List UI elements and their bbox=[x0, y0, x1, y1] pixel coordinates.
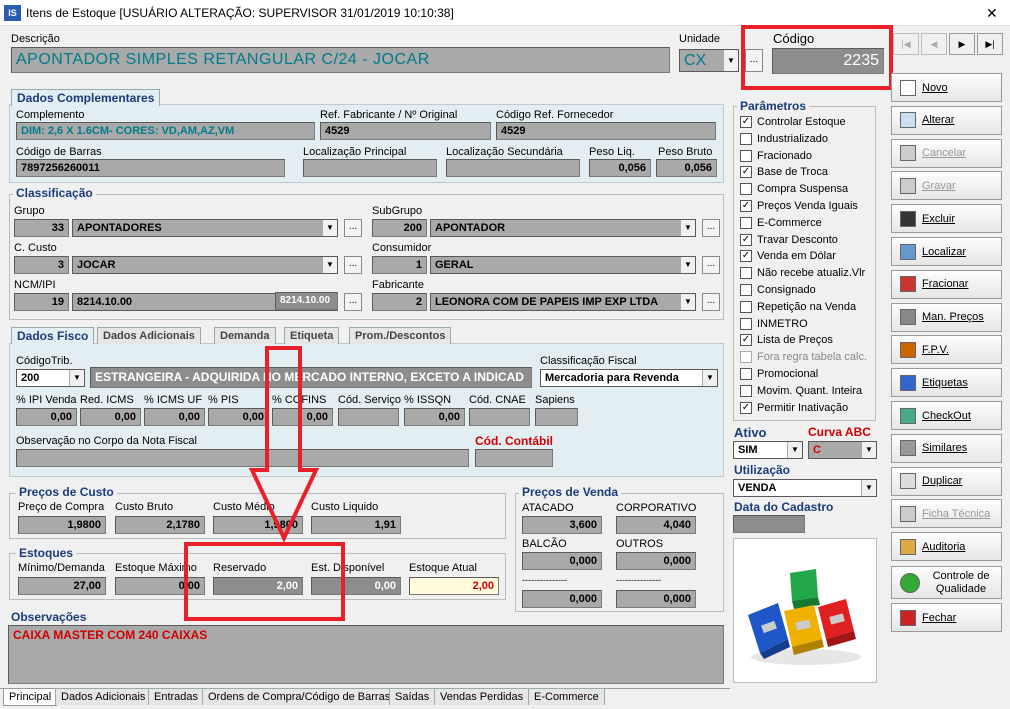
annotation-arrow bbox=[248, 346, 320, 543]
reservado-highlight-box bbox=[184, 542, 345, 621]
